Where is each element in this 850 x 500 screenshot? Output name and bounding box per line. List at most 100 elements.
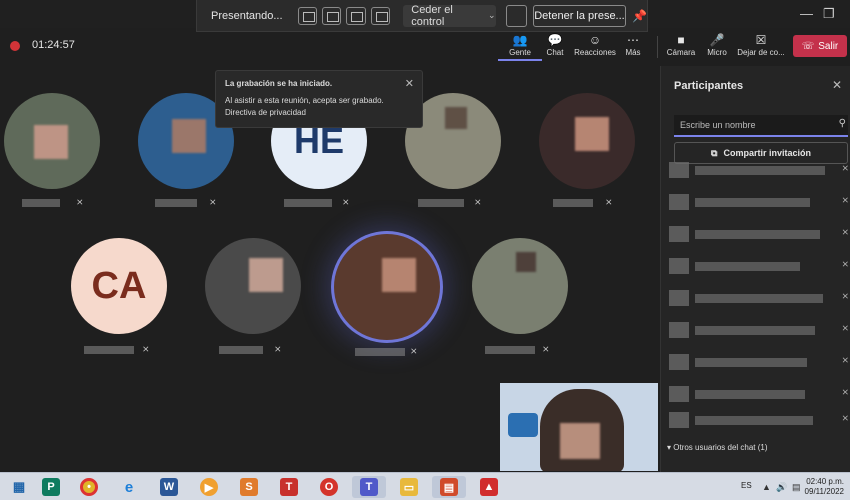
participant-name: [418, 199, 464, 207]
slides-app[interactable]: ▤: [432, 476, 466, 498]
blurred-face: [560, 423, 600, 459]
leave-label: Salir: [818, 40, 839, 52]
privacy-policy-link[interactable]: Directiva de privacidad: [225, 108, 413, 117]
pdf-app[interactable]: ▲: [472, 476, 506, 498]
blurred-face: [34, 125, 68, 159]
participant-name: [695, 262, 800, 271]
media-player-app[interactable]: ▶: [192, 476, 226, 498]
avatar: [669, 290, 689, 306]
recording-indicator-icon: [10, 41, 20, 51]
participant-row[interactable]: ⨯: [669, 412, 849, 428]
initials-text: CA: [91, 264, 147, 307]
participant-row[interactable]: ⨯: [669, 386, 849, 402]
participant-name: [695, 230, 820, 239]
word-app[interactable]: W: [152, 476, 186, 498]
system-clock[interactable]: 02:40 p.m. 09/11/2022: [805, 477, 844, 497]
network-icon[interactable]: ▤: [792, 482, 801, 493]
layout-side-by-side-button[interactable]: [346, 6, 366, 25]
share-invite-button[interactable]: ⧉ Compartir invitación: [674, 142, 848, 164]
participant-name: [219, 346, 263, 354]
participant-row[interactable]: ⨯: [669, 162, 849, 178]
participant-name: [695, 166, 825, 175]
stop-sharing-button[interactable]: ☒ Dejar de co...: [737, 32, 785, 57]
meeting-controls-bar: 01:24:57 👥 Gente 💬 Chat ☺ Reacciones ⋯ M…: [0, 28, 850, 66]
participant-row[interactable]: ⨯: [669, 354, 849, 370]
participant-name: [22, 199, 60, 207]
recording-notification: La grabación se ha iniciado. Al asistir …: [215, 70, 423, 128]
participant-tile[interactable]: [4, 93, 100, 189]
mic-off-icon: ⨯: [841, 163, 849, 173]
chat-button[interactable]: 💬 Chat: [533, 32, 577, 57]
close-icon[interactable]: ✕: [832, 78, 842, 92]
participant-row[interactable]: ⨯: [669, 226, 849, 242]
layout-content-only-button[interactable]: [297, 6, 317, 25]
notification-body: Al asistir a esta reunión, acepta ser gr…: [225, 96, 384, 105]
opera-app[interactable]: O: [312, 476, 346, 498]
minimize-window-button[interactable]: —: [800, 6, 813, 21]
participant-tile[interactable]: [205, 238, 301, 334]
avatar: [669, 322, 689, 338]
mic-off-icon: ⨯: [841, 291, 849, 301]
presenting-label: Presentando...: [211, 9, 283, 22]
internet-explorer-app[interactable]: e: [112, 476, 146, 498]
participant-name: [695, 198, 810, 207]
leave-button[interactable]: ☏ Salir: [793, 35, 847, 57]
people-label: Gente: [509, 48, 531, 57]
volume-icon[interactable]: 🔊: [776, 482, 787, 493]
mic-off-icon: ⨯: [342, 197, 350, 207]
teams-app[interactable]: T: [352, 476, 386, 498]
pin-icon[interactable]: 📌: [632, 9, 647, 23]
blurred-face: [172, 119, 206, 153]
language-indicator[interactable]: ES: [741, 481, 752, 490]
divider: [657, 36, 658, 58]
publisher-app[interactable]: P: [34, 476, 68, 498]
participant-name: [695, 390, 805, 399]
participant-row[interactable]: ⨯: [669, 194, 849, 210]
participant-tile[interactable]: [539, 93, 635, 189]
stop-presenting-label: Detener la prese...: [534, 9, 625, 22]
chevron-up-icon[interactable]: ▲: [762, 482, 771, 492]
chat-icon: 💬: [547, 33, 563, 47]
windows-start-icon[interactable]: ▦: [2, 476, 36, 498]
file-explorer-app[interactable]: ▭: [392, 476, 426, 498]
chrome-app[interactable]: •: [72, 476, 106, 498]
stop-sharing-label: Dejar de co...: [737, 48, 785, 57]
notification-title: La grabación se ha iniciado.: [225, 79, 333, 88]
participant-tile[interactable]: [472, 238, 568, 334]
more-button[interactable]: ⋯ Más: [611, 32, 655, 57]
participant-row[interactable]: ⨯: [669, 290, 849, 306]
self-video-preview[interactable]: [500, 383, 658, 471]
search-icon: ⚲: [838, 118, 846, 129]
active-speaker-tile[interactable]: [334, 234, 440, 340]
panel-title: Participantes: [674, 80, 744, 92]
search-participants-input[interactable]: [674, 115, 848, 137]
mic-off-icon: ⨯: [841, 387, 849, 397]
sway-app[interactable]: S: [232, 476, 266, 498]
layout-reporter-button[interactable]: [370, 6, 391, 25]
avatar: [669, 258, 689, 274]
blurred-face: [445, 107, 467, 129]
mic-off-icon: ⨯: [410, 346, 418, 356]
mic-off-icon: ⨯: [841, 323, 849, 333]
layout-standout-button[interactable]: [321, 6, 342, 25]
close-icon[interactable]: ✕: [405, 77, 414, 90]
avatar: [669, 354, 689, 370]
give-control-dropdown[interactable]: Ceder el control ⌄: [403, 4, 496, 28]
avatar: [669, 194, 689, 210]
participant-name: [84, 346, 134, 354]
mic-button[interactable]: 🎤 Micro: [695, 32, 739, 57]
avatar: [669, 386, 689, 402]
participant-tile-initials[interactable]: CA: [71, 238, 167, 334]
participant-name: [695, 416, 813, 425]
mic-label: Micro: [707, 48, 727, 57]
participant-name: [355, 348, 405, 356]
clock-time: 02:40 p.m.: [806, 477, 844, 486]
include-audio-icon[interactable]: [505, 4, 527, 27]
restore-window-button[interactable]: ❐: [823, 6, 835, 22]
participant-row[interactable]: ⨯: [669, 258, 849, 274]
stop-presenting-button[interactable]: Detener la prese...: [532, 4, 627, 27]
participant-row[interactable]: ⨯: [669, 322, 849, 338]
t-app[interactable]: T: [272, 476, 306, 498]
participant-name: [155, 199, 197, 207]
others-section-header[interactable]: ▾ Otros usuarios del chat (1): [667, 443, 768, 452]
